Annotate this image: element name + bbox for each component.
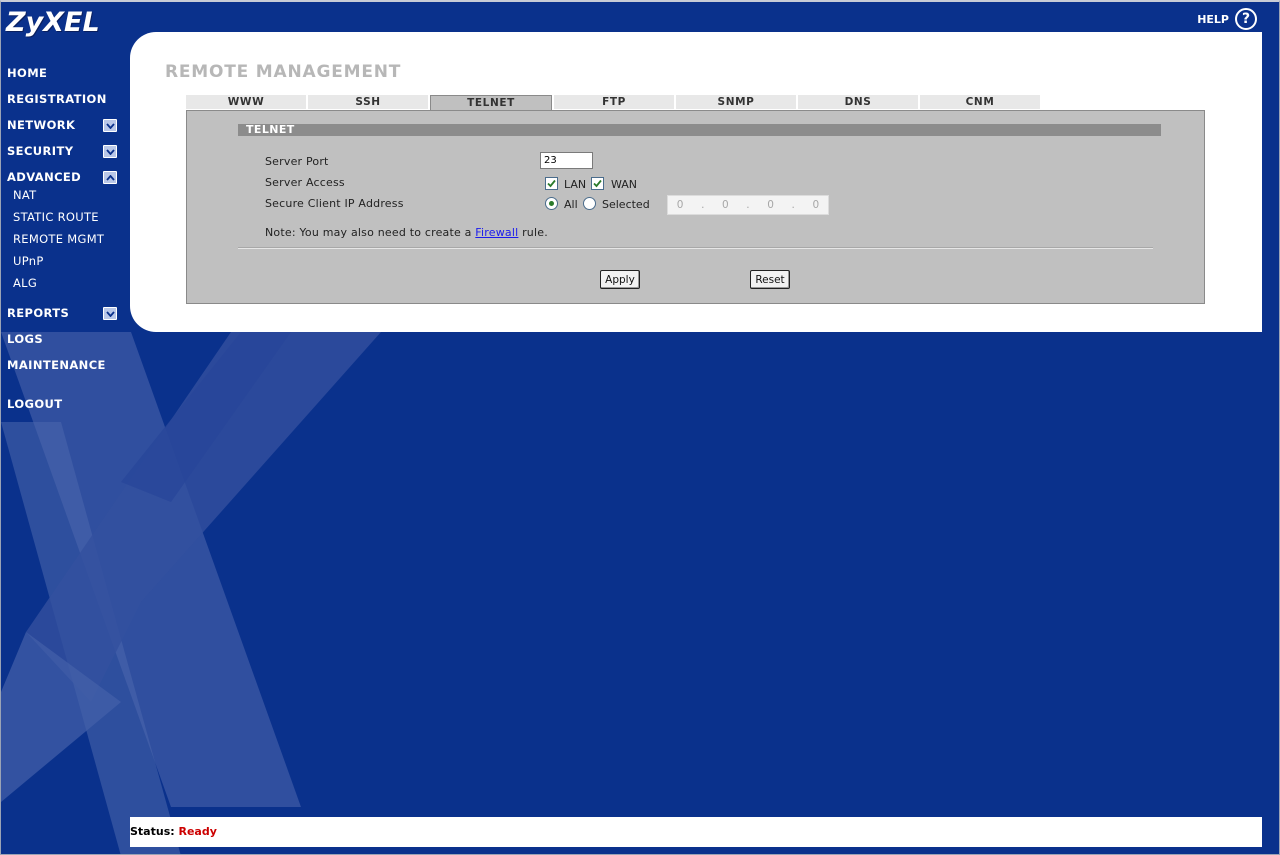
ip-dot: . <box>701 199 705 211</box>
lan-label: LAN <box>564 178 587 191</box>
server-port-label: Server Port <box>265 155 329 168</box>
note-suffix: rule. <box>518 226 548 239</box>
telnet-settings-box: TELNET Server Port Server Access LAN WAN… <box>186 110 1205 304</box>
ip-octet-2: 0 <box>722 199 729 211</box>
tab-snmp[interactable]: SNMP <box>676 95 796 109</box>
client-ip-input[interactable]: 0 . 0 . 0 . 0 <box>667 195 829 215</box>
tab-cnm[interactable]: CNM <box>920 95 1040 109</box>
page-title: REMOTE MANAGEMENT <box>165 62 402 82</box>
firewall-link[interactable]: Firewall <box>475 226 518 239</box>
nav-sub-nat[interactable]: NAT <box>13 188 37 202</box>
network-expand-icon[interactable] <box>103 119 117 132</box>
note-prefix: Note: You may also need to create a <box>265 226 476 239</box>
divider <box>238 247 1153 249</box>
ip-octet-4: 0 <box>812 199 820 211</box>
apply-button[interactable]: Apply <box>600 270 640 289</box>
status-label: Status: <box>130 825 175 838</box>
ip-octet-3: 0 <box>767 199 774 211</box>
server-access-label: Server Access <box>265 176 345 189</box>
nav-maintenance[interactable]: MAINTENANCE <box>7 358 106 372</box>
ip-dot: . <box>791 199 795 211</box>
reports-expand-icon[interactable] <box>103 307 117 320</box>
help-label: HELP <box>1197 12 1229 26</box>
help-button[interactable]: HELP ? <box>1197 8 1257 30</box>
server-port-input[interactable] <box>540 152 593 169</box>
nav-security[interactable]: SECURITY <box>7 144 73 158</box>
selected-radio[interactable] <box>583 197 596 210</box>
status-bar: Status: Ready <box>130 817 1262 847</box>
nav-sub-static-route[interactable]: STATIC ROUTE <box>13 210 99 224</box>
nav-advanced[interactable]: ADVANCED <box>7 170 81 184</box>
app-window: ZyXEL HELP ? HOME REGISTRATION NETWORK S… <box>0 0 1280 855</box>
tab-www[interactable]: WWW <box>186 95 306 109</box>
help-icon: ? <box>1235 8 1257 30</box>
firewall-note: Note: You may also need to create a Fire… <box>265 226 548 239</box>
nav-sub-upnp[interactable]: UPnP <box>13 254 44 268</box>
main-panel: REMOTE MANAGEMENT WWW SSH TELNET FTP SNM… <box>130 32 1262 332</box>
all-label: All <box>564 198 578 211</box>
nav-sub-alg[interactable]: ALG <box>13 276 37 290</box>
section-title: TELNET <box>238 124 1161 136</box>
all-radio[interactable] <box>545 197 558 210</box>
lan-checkbox[interactable] <box>545 177 558 190</box>
ip-octet-1: 0 <box>676 199 684 211</box>
nav-sub-remote-mgmt[interactable]: REMOTE MGMT <box>13 232 104 246</box>
status-value: Ready <box>178 825 217 838</box>
nav-home[interactable]: HOME <box>7 66 47 80</box>
ip-dot: . <box>746 199 750 211</box>
nav-reports[interactable]: REPORTS <box>7 306 69 320</box>
secure-client-ip-label: Secure Client IP Address <box>265 197 404 210</box>
advanced-collapse-icon[interactable] <box>103 171 117 184</box>
reset-button[interactable]: Reset <box>750 270 790 289</box>
selected-label: Selected <box>602 198 650 211</box>
nav-registration[interactable]: REGISTRATION <box>7 92 107 106</box>
wan-label: WAN <box>611 178 638 191</box>
tab-ftp[interactable]: FTP <box>554 95 674 109</box>
zyxel-logo: ZyXEL <box>6 7 100 38</box>
nav-logout[interactable]: LOGOUT <box>7 397 63 411</box>
status-text: Status: Ready <box>130 825 217 838</box>
tab-telnet[interactable]: TELNET <box>430 95 552 110</box>
tab-bar: WWW SSH TELNET FTP SNMP DNS CNM <box>186 95 1042 110</box>
tab-dns[interactable]: DNS <box>798 95 918 109</box>
nav-logs[interactable]: LOGS <box>7 332 43 346</box>
nav-network[interactable]: NETWORK <box>7 118 75 132</box>
wan-checkbox[interactable] <box>591 177 604 190</box>
tab-ssh[interactable]: SSH <box>308 95 428 109</box>
security-expand-icon[interactable] <box>103 145 117 158</box>
